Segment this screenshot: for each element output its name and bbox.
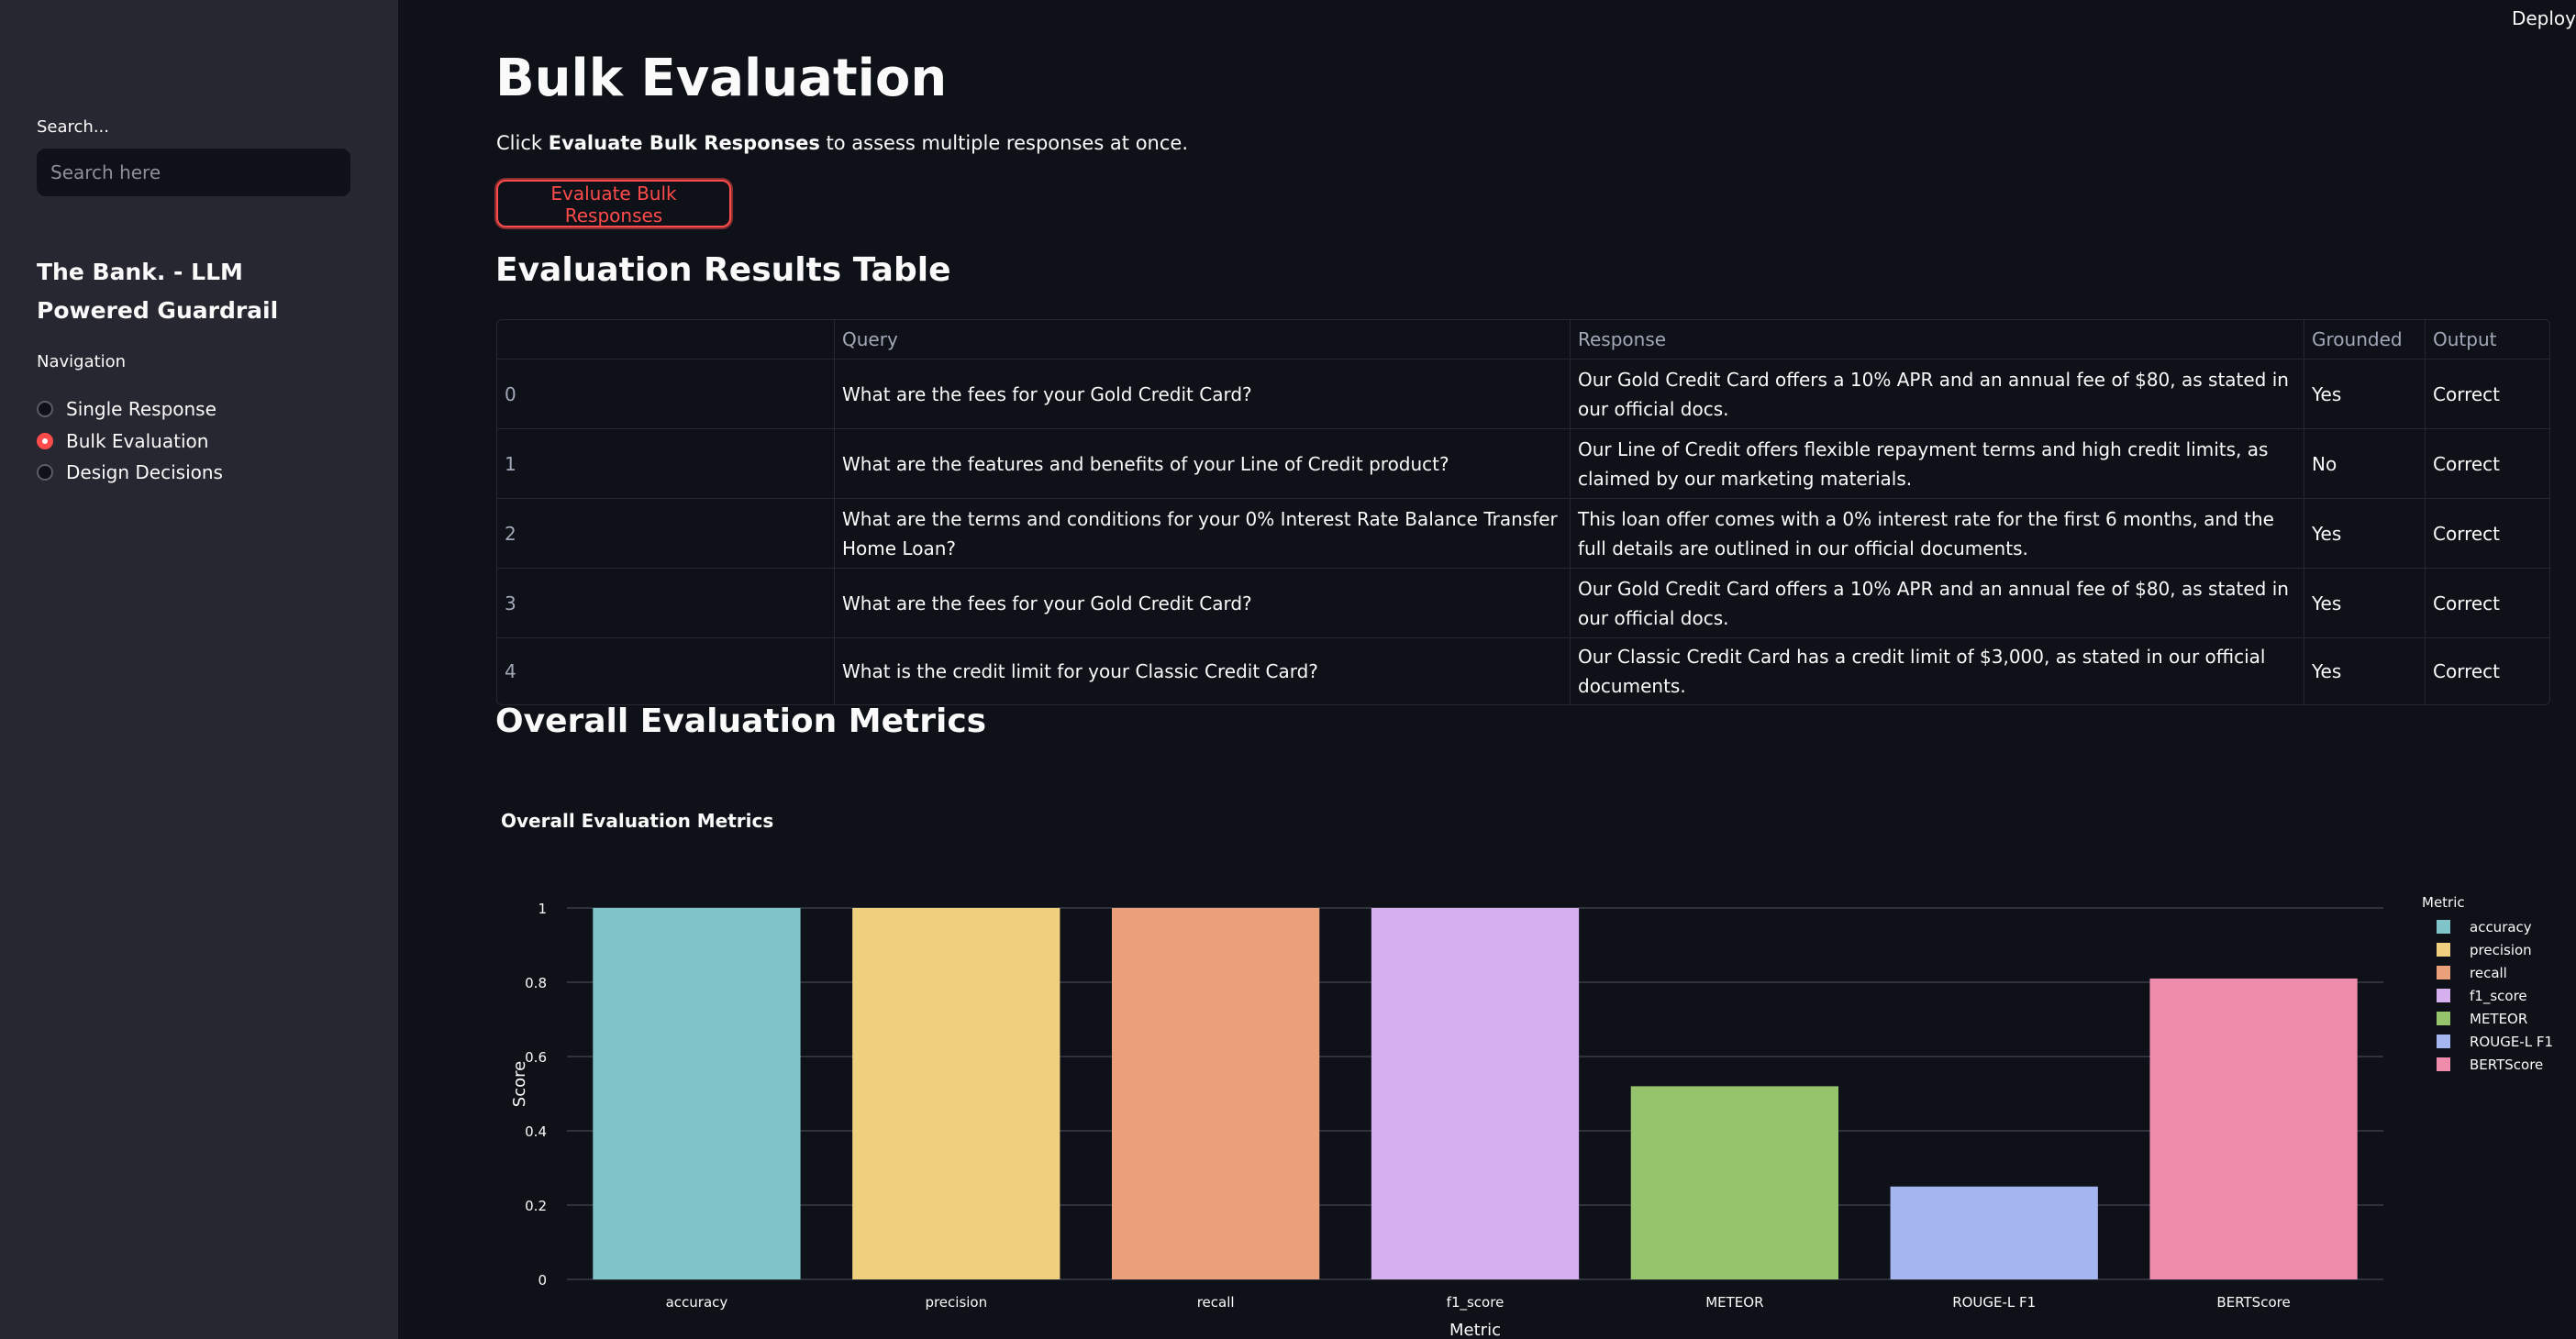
bar-accuracy[interactable] bbox=[593, 908, 801, 1279]
row-index-cell[interactable]: 3 bbox=[497, 569, 835, 638]
deploy-button[interactable]: Deploy bbox=[2512, 7, 2576, 29]
response-cell[interactable]: Our Classic Credit Card has a credit lim… bbox=[1571, 638, 2304, 704]
y-tick-label: 0 bbox=[538, 1272, 547, 1289]
response-cell[interactable]: Our Gold Credit Card offers a 10% APR an… bbox=[1571, 569, 2304, 638]
intro-text: Click Evaluate Bulk Responses to assess … bbox=[496, 132, 1188, 154]
response-cell[interactable]: This loan offer comes with a 0% interest… bbox=[1571, 499, 2304, 569]
evaluate-bulk-responses-button[interactable]: Evaluate Bulk Responses bbox=[496, 180, 731, 227]
search-input[interactable] bbox=[37, 149, 350, 196]
legend-title: Metric bbox=[2422, 894, 2465, 911]
output-cell[interactable]: Correct bbox=[2426, 569, 2549, 638]
intro-suffix: to assess multiple responses at once. bbox=[819, 132, 1189, 154]
nav-radio-label: Bulk Evaluation bbox=[66, 430, 209, 452]
table-row: 2 What are the terms and conditions for … bbox=[497, 499, 2549, 569]
x-tick-label: accuracy bbox=[666, 1294, 728, 1311]
query-cell[interactable]: What is the credit limit for your Classi… bbox=[835, 638, 1571, 704]
response-cell[interactable]: Our Gold Credit Card offers a 10% APR an… bbox=[1571, 360, 2304, 429]
legend-swatch[interactable] bbox=[2437, 1012, 2450, 1025]
legend-swatch[interactable] bbox=[2437, 1035, 2450, 1048]
legend-item-label[interactable]: f1_score bbox=[2470, 988, 2527, 1005]
grounded-cell[interactable]: Yes bbox=[2304, 638, 2426, 704]
chart-legend[interactable]: Metric accuracy precision recall f1_score ME… bbox=[2422, 894, 2553, 1073]
grounded-cell[interactable]: Yes bbox=[2304, 499, 2426, 569]
nav-radio-label: Design Decisions bbox=[66, 461, 223, 483]
metrics-bar-chart: Overall Evaluation Metrics 00.20.40.60.8… bbox=[501, 810, 2553, 1339]
legend-item-label[interactable]: accuracy bbox=[2470, 919, 2532, 935]
column-header-response[interactable]: Response bbox=[1571, 320, 2304, 360]
results-table-heading: Evaluation Results Table bbox=[495, 251, 951, 289]
nav-radio-design-decisions[interactable]: Design Decisions bbox=[37, 459, 223, 486]
legend-swatch[interactable] bbox=[2437, 989, 2450, 1002]
nav-radio-label: Single Response bbox=[66, 398, 217, 420]
app-title: The Bank. - LLM Powered Guardrail bbox=[37, 259, 279, 324]
query-cell[interactable]: What are the fees for your Gold Credit C… bbox=[835, 569, 1571, 638]
bar-rouge-l-f1[interactable] bbox=[1890, 1186, 2098, 1279]
column-header-grounded[interactable]: Grounded bbox=[2304, 320, 2426, 360]
legend-item-label[interactable]: precision bbox=[2470, 942, 2532, 958]
output-cell[interactable]: Correct bbox=[2426, 638, 2549, 704]
output-cell[interactable]: Correct bbox=[2426, 429, 2549, 499]
y-tick-label: 0.8 bbox=[525, 975, 547, 991]
legend-item-label[interactable]: BERTScore bbox=[2470, 1057, 2543, 1073]
sidebar: Search... The Bank. - LLM Powered Guardr… bbox=[0, 0, 398, 1339]
row-index-cell[interactable]: 2 bbox=[497, 499, 835, 569]
legend-swatch[interactable] bbox=[2437, 943, 2450, 957]
grounded-cell[interactable]: Yes bbox=[2304, 360, 2426, 429]
legend-item-label[interactable]: ROUGE-L F1 bbox=[2470, 1034, 2553, 1050]
x-tick-label: METEOR bbox=[1705, 1294, 1763, 1311]
x-tick-label: ROUGE-L F1 bbox=[1952, 1294, 2036, 1311]
table-row: 4 What is the credit limit for your Clas… bbox=[497, 638, 2549, 704]
table-header-row: Query Response Grounded Output bbox=[497, 320, 2549, 360]
search-label: Search... bbox=[37, 117, 110, 137]
nav-radio-single-response[interactable]: Single Response bbox=[37, 395, 217, 423]
intro-prefix: Click bbox=[496, 132, 549, 154]
column-header-query[interactable]: Query bbox=[835, 320, 1571, 360]
legend-swatch[interactable] bbox=[2437, 920, 2450, 934]
radio-selected-icon bbox=[37, 433, 53, 449]
output-cell[interactable]: Correct bbox=[2426, 360, 2549, 429]
column-header-output[interactable]: Output bbox=[2426, 320, 2549, 360]
intro-bold: Evaluate Bulk Responses bbox=[548, 132, 820, 154]
column-header-index[interactable] bbox=[497, 320, 835, 360]
metrics-heading: Overall Evaluation Metrics bbox=[495, 703, 987, 740]
x-tick-label: precision bbox=[925, 1294, 987, 1311]
chart-title: Overall Evaluation Metrics bbox=[501, 810, 773, 832]
y-tick-label: 0.2 bbox=[525, 1198, 547, 1214]
x-tick-label: f1_score bbox=[1447, 1294, 1505, 1311]
grounded-cell[interactable]: Yes bbox=[2304, 569, 2426, 638]
legend-swatch[interactable] bbox=[2437, 966, 2450, 979]
query-cell[interactable]: What are the terms and conditions for yo… bbox=[835, 499, 1571, 569]
grounded-cell[interactable]: No bbox=[2304, 429, 2426, 499]
output-cell[interactable]: Correct bbox=[2426, 499, 2549, 569]
row-index-cell[interactable]: 0 bbox=[497, 360, 835, 429]
nav-radio-bulk-evaluation[interactable]: Bulk Evaluation bbox=[37, 427, 208, 455]
legend-item-label[interactable]: METEOR bbox=[2470, 1011, 2527, 1027]
row-index-cell[interactable]: 1 bbox=[497, 429, 835, 499]
row-index-cell[interactable]: 4 bbox=[497, 638, 835, 704]
radio-unselected-icon bbox=[37, 464, 53, 481]
query-cell[interactable]: What are the fees for your Gold Credit C… bbox=[835, 360, 1571, 429]
y-tick-label: 0.4 bbox=[525, 1123, 547, 1140]
legend-swatch[interactable] bbox=[2437, 1057, 2450, 1071]
y-axis-label: Score bbox=[510, 1061, 529, 1107]
y-tick-label: 1 bbox=[538, 901, 547, 917]
query-cell[interactable]: What are the features and benefits of yo… bbox=[835, 429, 1571, 499]
page-title: Bulk Evaluation bbox=[495, 49, 948, 108]
x-tick-label: recall bbox=[1197, 1294, 1235, 1311]
navigation-label: Navigation bbox=[37, 352, 127, 371]
legend-item-label[interactable]: recall bbox=[2470, 965, 2507, 981]
table-row: 0 What are the fees for your Gold Credit… bbox=[497, 360, 2549, 429]
response-cell[interactable]: Our Line of Credit offers flexible repay… bbox=[1571, 429, 2304, 499]
table-row: 3 What are the fees for your Gold Credit… bbox=[497, 569, 2549, 638]
results-table: Query Response Grounded Output 0 What ar… bbox=[496, 319, 2550, 705]
bar-recall[interactable] bbox=[1112, 908, 1320, 1279]
radio-unselected-icon bbox=[37, 401, 53, 417]
bar-bertscore[interactable] bbox=[2149, 978, 2358, 1279]
x-tick-label: BERTScore bbox=[2216, 1294, 2290, 1311]
bar-precision[interactable] bbox=[852, 908, 1060, 1279]
table-row: 1 What are the features and benefits of … bbox=[497, 429, 2549, 499]
bar-meteor[interactable] bbox=[1630, 1086, 1838, 1279]
x-axis-label: Metric bbox=[1449, 1321, 1501, 1339]
bar-f1-score[interactable] bbox=[1371, 908, 1580, 1279]
